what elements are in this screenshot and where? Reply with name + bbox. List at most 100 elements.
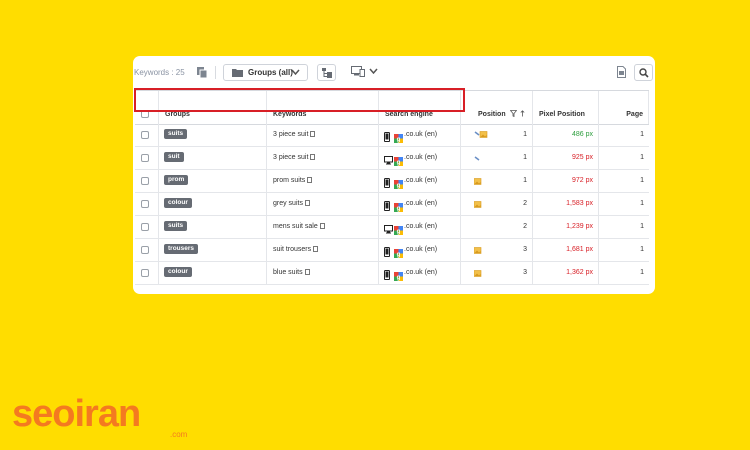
row-checkbox[interactable] <box>141 154 149 162</box>
position-value: 2 <box>523 223 527 230</box>
keyword-link[interactable]: blue suits <box>273 269 310 276</box>
search-engine-text: .co.uk (en) <box>404 154 438 161</box>
table-row[interactable]: suits 3 piece suit g .co.uk (en) 1 486 px 1 <box>135 124 649 147</box>
sort-arrow-icon[interactable] <box>520 110 525 117</box>
pin-image-icon[interactable] <box>474 126 488 144</box>
export-icon[interactable] <box>617 66 626 78</box>
pixel-position-value: 1,362 px <box>566 269 593 276</box>
groups-select-label: Groups (all) <box>248 68 293 77</box>
image-icon[interactable] <box>473 241 482 259</box>
keyword-link[interactable]: grey suits <box>273 200 310 207</box>
keyword-link[interactable]: prom suits <box>273 177 313 184</box>
col-search-engine-label: Search engine <box>385 111 433 118</box>
devices-icon[interactable] <box>351 66 365 77</box>
search-engine-text: .co.uk (en) <box>404 177 438 184</box>
tree-view-button[interactable] <box>317 64 336 81</box>
col-pixel-position[interactable]: Pixel Position <box>533 91 599 124</box>
page-value: 1 <box>640 154 644 161</box>
col-page[interactable]: Page <box>599 91 649 124</box>
document-icon[interactable] <box>304 269 310 275</box>
document-icon[interactable] <box>319 223 325 229</box>
keyword-link[interactable]: mens suit sale <box>273 223 325 230</box>
svg-text:g: g <box>397 183 401 189</box>
group-tag[interactable]: prom <box>164 175 189 185</box>
mobile-icon <box>384 129 390 147</box>
search-engine-text: .co.uk (en) <box>404 200 438 207</box>
select-cell <box>135 124 159 146</box>
table-row[interactable]: colour grey suits g .co.uk (en) 2 1,583 px 1 <box>135 193 649 216</box>
select-cell <box>135 216 159 238</box>
select-cell <box>135 239 159 261</box>
select-cell <box>135 147 159 169</box>
pixel-position-value: 1,239 px <box>566 223 593 230</box>
chevron-down-icon <box>291 69 300 76</box>
position-value: 1 <box>523 177 527 184</box>
search-engine-text: .co.uk (en) <box>404 269 438 276</box>
row-checkbox[interactable] <box>141 131 149 139</box>
keyword-link[interactable]: 3 piece suit <box>273 154 316 161</box>
table-row[interactable]: suits mens suit sale g .co.uk (en) 2 1,239 px… <box>135 216 649 239</box>
table-row[interactable]: trousers suit trousers g .co.uk (en) 3 1,681 … <box>135 239 649 262</box>
toolbar-divider <box>215 66 216 79</box>
row-checkbox[interactable] <box>141 200 149 208</box>
keyword-link[interactable]: suit trousers <box>273 246 319 253</box>
select-cell <box>135 170 159 192</box>
tree-icon <box>322 68 332 78</box>
groups-select[interactable]: Groups (all) <box>223 64 308 81</box>
search-engine-cell: g .co.uk (en) <box>379 170 461 192</box>
row-checkbox[interactable] <box>141 269 149 277</box>
chevron-down-icon[interactable] <box>369 67 378 75</box>
col-position[interactable]: Position <box>461 91 533 124</box>
svg-text:g: g <box>397 206 401 212</box>
group-tag[interactable]: colour <box>164 267 192 277</box>
table-row[interactable]: suit 3 piece suit g .co.uk (en) 1 925 px 1 <box>135 147 649 170</box>
keyword-link[interactable]: 3 piece suit <box>273 131 316 138</box>
group-tag[interactable]: suits <box>164 221 188 231</box>
page-value: 1 <box>640 200 644 207</box>
mobile-icon <box>384 198 390 216</box>
keyword-text: suit trousers <box>273 246 312 253</box>
svg-text:g: g <box>397 275 401 281</box>
google-icon: g <box>394 245 403 263</box>
row-checkbox[interactable] <box>141 223 149 231</box>
mobile-icon <box>384 175 390 193</box>
row-checkbox[interactable] <box>141 177 149 185</box>
document-icon[interactable] <box>310 154 316 160</box>
brand-domain: .com <box>170 430 188 439</box>
document-icon[interactable] <box>313 246 319 252</box>
pixel-position-cell: 925 px <box>533 147 599 169</box>
desktop-icon <box>384 152 393 170</box>
document-icon[interactable] <box>304 200 310 206</box>
pixel-position-value: 1,681 px <box>566 246 593 253</box>
pixel-position-cell: 972 px <box>533 170 599 192</box>
image-icon[interactable] <box>473 172 482 190</box>
row-checkbox[interactable] <box>141 246 149 254</box>
keywords-count: Keywords : 25 <box>134 68 185 77</box>
col-groups-label: Groups <box>165 111 190 118</box>
document-icon[interactable] <box>310 131 316 137</box>
search-engine-cell: g .co.uk (en) <box>379 216 461 238</box>
document-icon[interactable] <box>307 177 313 183</box>
group-tag[interactable]: suit <box>164 152 184 162</box>
group-cell: suits <box>159 124 267 146</box>
keyword-text: 3 piece suit <box>273 154 309 161</box>
keyword-text: 3 piece suit <box>273 131 309 138</box>
search-button[interactable] <box>634 64 653 81</box>
position-cell: 2 <box>461 216 533 238</box>
mobile-icon <box>384 244 390 262</box>
group-tag[interactable]: trousers <box>164 244 199 254</box>
group-tag[interactable]: colour <box>164 198 192 208</box>
table-row[interactable]: prom prom suits g .co.uk (en) 1 972 px 1 <box>135 170 649 193</box>
table-row[interactable]: colour blue suits g .co.uk (en) 3 1,362 px 1 <box>135 262 649 285</box>
pin-icon[interactable] <box>474 149 481 167</box>
keyword-cell: grey suits <box>267 193 379 215</box>
image-icon[interactable] <box>473 264 482 282</box>
keyword-cell: 3 piece suit <box>267 147 379 169</box>
group-tag[interactable]: suits <box>164 129 188 139</box>
brand-name: seoiran <box>12 393 141 435</box>
filter-icon[interactable] <box>510 110 517 117</box>
pixel-position-cell: 1,583 px <box>533 193 599 215</box>
copy-icon[interactable] <box>196 66 208 79</box>
image-icon[interactable] <box>473 195 482 213</box>
page-cell: 1 <box>599 262 649 284</box>
